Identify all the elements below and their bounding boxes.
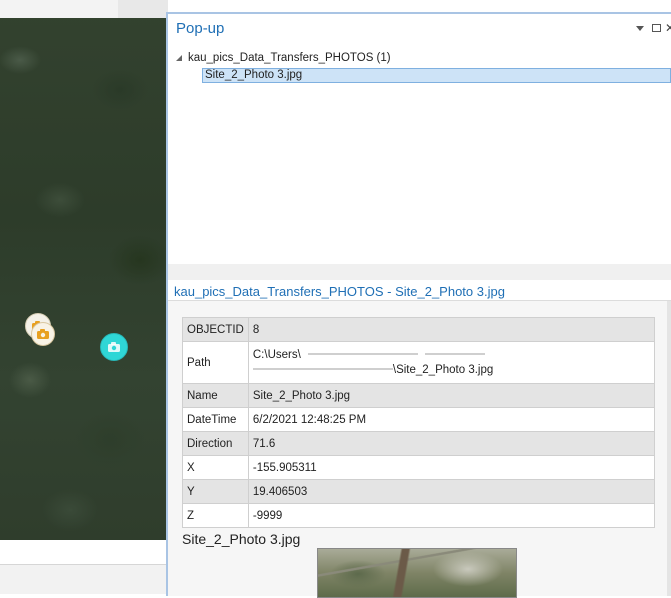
map-top-strip xyxy=(0,0,168,18)
attribute-value: C:\Users\ \Site_2_Photo 3.jpg xyxy=(247,341,655,384)
path-value-line1: C:\Users\ xyxy=(252,348,301,361)
attribute-key: Direction xyxy=(182,431,249,456)
photo-caption: Site_2_Photo 3.jpg xyxy=(182,531,301,547)
tree-feature-node-selected[interactable]: Site_2_Photo 3.jpg xyxy=(202,68,671,83)
table-row: OBJECTID 8 xyxy=(182,317,655,342)
table-row: Direction 71.6 xyxy=(182,431,655,456)
path-value-line2: \Site_2_Photo 3.jpg xyxy=(392,363,494,376)
redacted-text xyxy=(425,353,486,356)
attribute-key: Y xyxy=(182,479,249,504)
redacted-text xyxy=(252,368,393,371)
pane-splitter[interactable] xyxy=(168,264,671,280)
table-row: Path C:\Users\ \Site_2_Photo 3.jpg xyxy=(182,341,655,384)
attribute-key: Name xyxy=(182,383,249,408)
table-row: Name Site_2_Photo 3.jpg xyxy=(182,383,655,408)
maximize-icon[interactable] xyxy=(652,24,661,32)
attribute-key: DateTime xyxy=(182,407,249,432)
map-status-area xyxy=(0,540,168,594)
tree-collapse-icon[interactable] xyxy=(176,55,183,62)
popup-pane: Pop-up ✕ kau_pics_Data_Transfers_PHOTOS … xyxy=(166,12,671,598)
attribute-value: Site_2_Photo 3.jpg xyxy=(247,383,655,408)
attribute-value: -9999 xyxy=(247,503,655,528)
redacted-text xyxy=(308,353,418,356)
attribute-value: 6/2/2021 12:48:25 PM xyxy=(247,407,655,432)
detail-title: kau_pics_Data_Transfers_PHOTOS - Site_2_… xyxy=(174,284,505,299)
map-view[interactable] xyxy=(0,0,168,540)
attribute-value: 8 xyxy=(247,317,655,342)
attachment-photo[interactable] xyxy=(317,548,517,598)
attribute-value: -155.905311 xyxy=(247,455,655,480)
attribute-value: 71.6 xyxy=(247,431,655,456)
table-row: DateTime 6/2/2021 12:48:25 PM xyxy=(182,407,655,432)
attribute-key: X xyxy=(182,455,249,480)
table-row: Z -9999 xyxy=(182,503,655,528)
selected-photo-point-marker[interactable] xyxy=(100,333,128,361)
close-icon[interactable]: ✕ xyxy=(665,22,671,34)
vertical-scrollbar[interactable] xyxy=(667,301,671,596)
pin-icon[interactable] xyxy=(635,24,645,34)
attribute-table: OBJECTID 8 Path C:\Users\ \Site_2_Photo … xyxy=(182,317,655,528)
tree-layer-node[interactable]: kau_pics_Data_Transfers_PHOTOS (1) xyxy=(188,52,391,64)
table-row: X -155.905311 xyxy=(182,455,655,480)
attribute-value: 19.406503 xyxy=(247,479,655,504)
pane-title: Pop-up xyxy=(176,20,225,37)
camera-icon xyxy=(108,342,120,352)
photo-point-marker[interactable] xyxy=(31,322,55,346)
attribute-key: OBJECTID xyxy=(182,317,249,342)
table-row: Y 19.406503 xyxy=(182,479,655,504)
attribute-key: Path xyxy=(182,341,249,384)
attribute-key: Z xyxy=(182,503,249,528)
camera-icon xyxy=(37,329,49,339)
